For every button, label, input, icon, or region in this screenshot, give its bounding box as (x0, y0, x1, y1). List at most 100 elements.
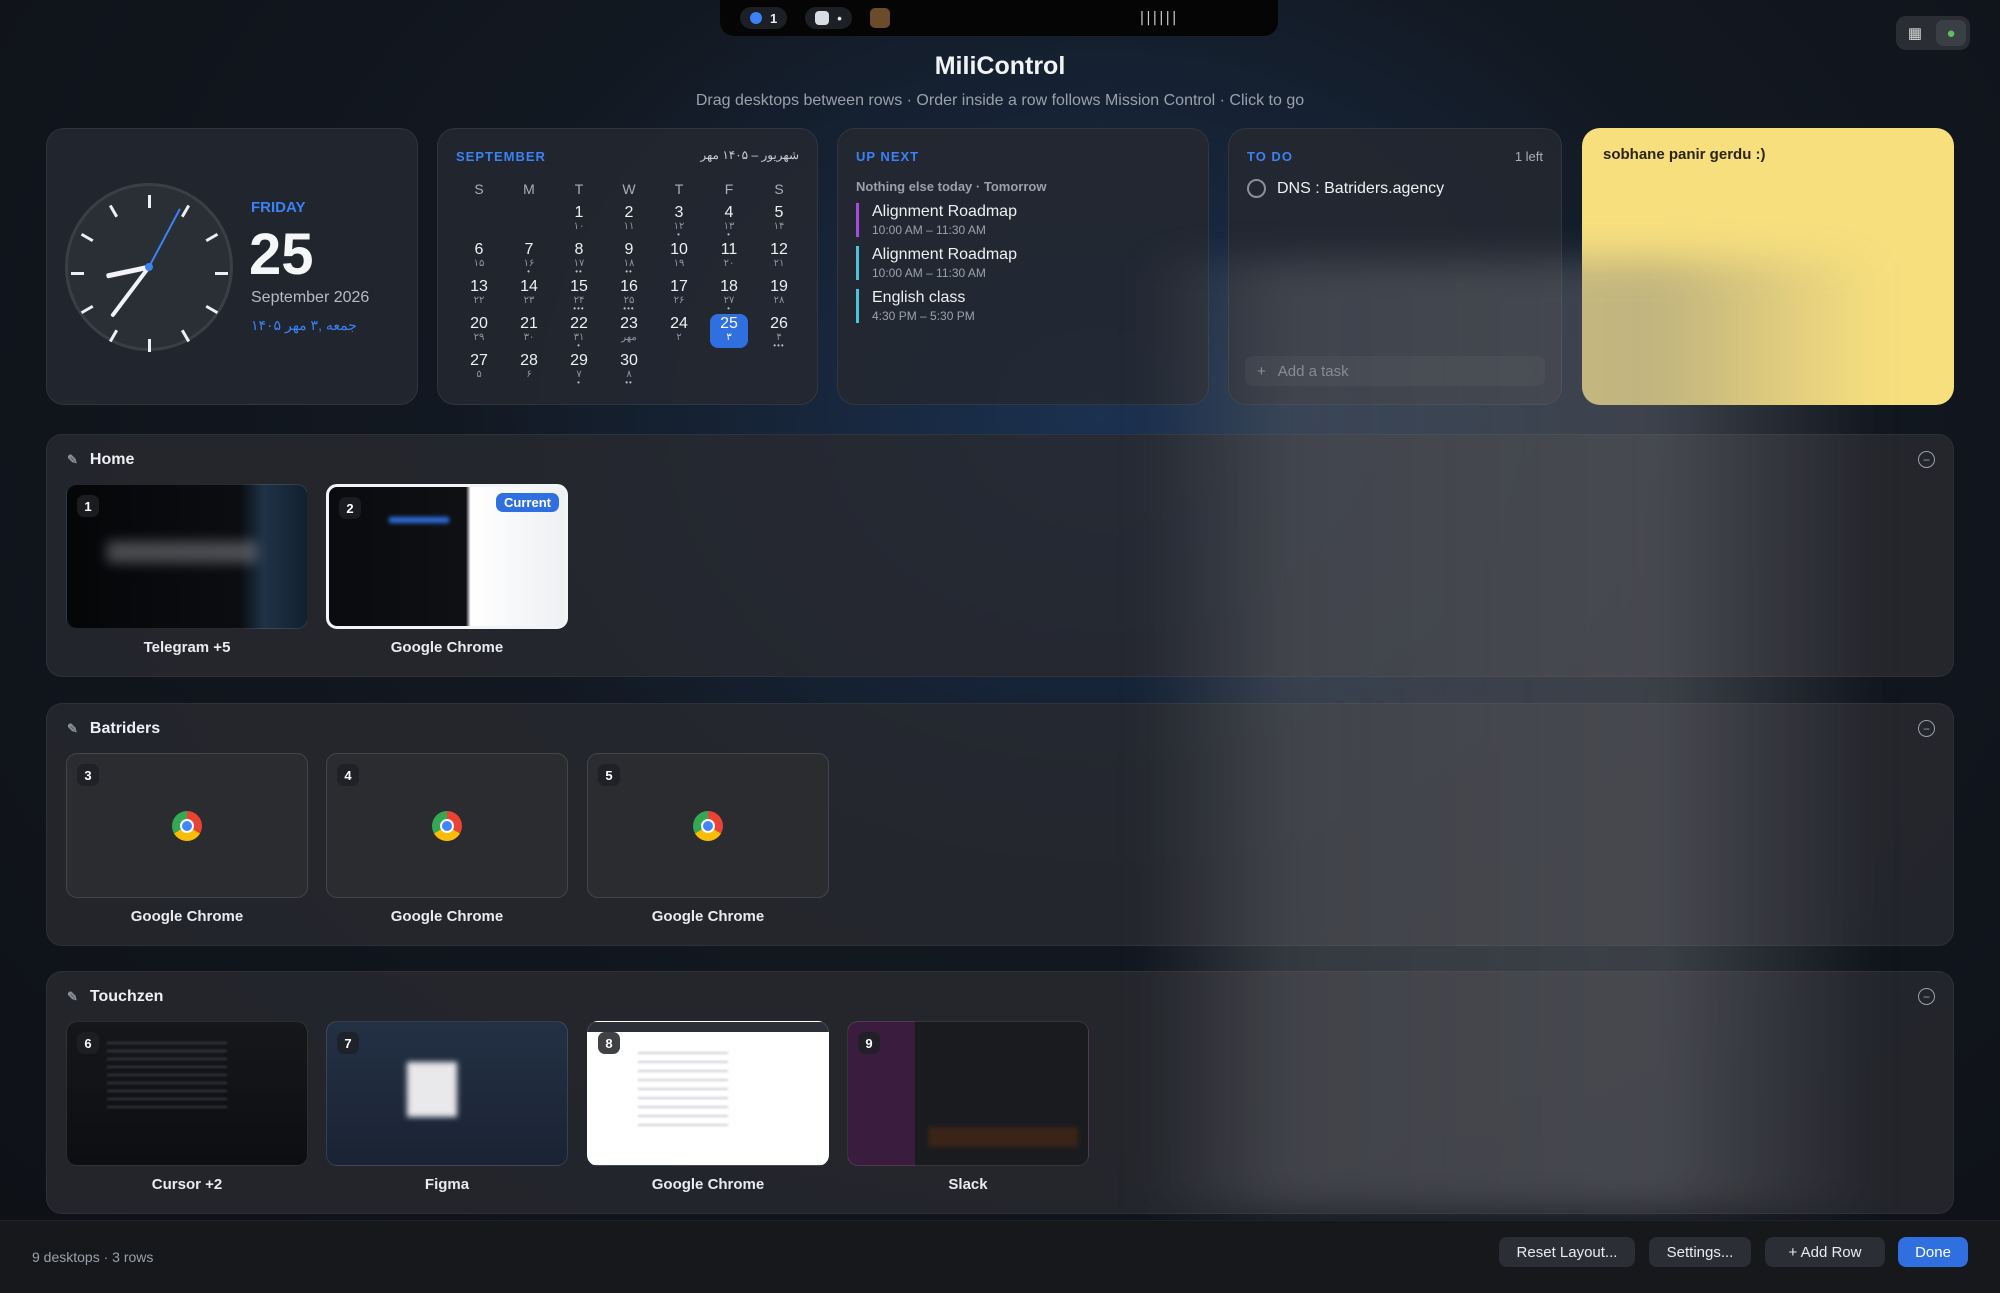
event-item[interactable]: Alignment Roadmap 10:00 AM – 11:30 AM (856, 246, 1202, 280)
event-item[interactable]: English class 4:30 PM – 5:30 PM (856, 289, 1202, 323)
clock-tick (80, 304, 94, 315)
day-number: 29 (570, 352, 588, 369)
desktop-row-touchzen[interactable]: ✎ Touchzen − 6 Cursor +2 7 Figma 8 Googl… (46, 971, 1954, 1214)
desktop-label: Google Chrome (130, 908, 244, 925)
blurred-window-content (638, 1052, 728, 1132)
desktop-indicator-pill[interactable]: 1 (740, 7, 788, 29)
sticky-note-widget[interactable]: sobhane panir gerdu :) (1582, 128, 1954, 405)
checkbox-circle-icon[interactable] (1247, 179, 1266, 198)
calendar-day[interactable]: 22 ۳۱ • (554, 314, 604, 351)
calendar-day[interactable]: 18 ۲۷ • (704, 277, 754, 314)
calendar-day-today[interactable]: 25۳• (704, 314, 754, 351)
calendar-day[interactable]: 26 ۴ ••• (754, 314, 804, 351)
desktop-thumbnail[interactable]: 1 (66, 484, 308, 629)
desktop-thumbnail[interactable]: 5 (587, 753, 829, 898)
calendar-day[interactable]: 15 ۲۴ ••• (554, 277, 604, 314)
calendar-day[interactable]: 28 ۶ (504, 351, 554, 388)
reset-layout-button[interactable]: Reset Layout... (1499, 1237, 1635, 1267)
calendar-day[interactable]: 6 ۱۵ (454, 240, 504, 277)
chrome-icon (432, 810, 462, 841)
calendar-day[interactable]: 21 ۳۰ (504, 314, 554, 351)
calendar-day[interactable]: 4 ۱۳ • (704, 203, 754, 240)
row-name[interactable]: Touchzen (90, 988, 163, 1006)
calendar-day[interactable]: 8 ۱۷ •• (554, 240, 604, 277)
calendar-day[interactable]: 10 ۱۹ (654, 240, 704, 277)
calendar-day[interactable]: 19 ۲۸ (754, 277, 804, 314)
persian-day: ۳ (726, 332, 732, 343)
app-indicator-pill[interactable]: • (805, 7, 852, 29)
clock-tick (214, 272, 228, 275)
desktop-number: 3 (77, 764, 99, 786)
user-avatar-icon[interactable] (869, 8, 890, 28)
desktop-number: 7 (337, 1032, 359, 1054)
desktop-thumbnail[interactable]: 4 (326, 753, 568, 898)
clock-tick (70, 272, 84, 275)
grid-view-icon[interactable]: ▦ (1900, 20, 1930, 46)
calendar-day[interactable]: 29 ۷ • (554, 351, 604, 388)
clock-tick (80, 232, 94, 243)
calendar-day[interactable]: 9 ۱۸ •• (604, 240, 654, 277)
clock-month-year: September 2026 (251, 289, 370, 306)
pencil-icon[interactable]: ✎ (67, 452, 78, 468)
event-time: 10:00 AM – 11:30 AM (872, 223, 986, 237)
desktop-row-batriders[interactable]: ✎ Batriders − 3 Google Chrome 4 Google C… (46, 703, 1954, 946)
day-number: 28 (520, 352, 538, 369)
current-badge: Current (496, 493, 559, 512)
desktop-number: 1 (77, 495, 99, 517)
desktop-thumbnail[interactable]: 7 (326, 1021, 568, 1166)
calendar-day[interactable]: 13 ۲۲ (454, 277, 504, 314)
desktop-thumbnail[interactable]: 3 (66, 753, 308, 898)
calendar-day[interactable]: 12 ۲۱ (754, 240, 804, 277)
add-task-button[interactable]: + Add a task (1245, 356, 1545, 386)
calendar-day[interactable]: 7 ۱۶ • (504, 240, 554, 277)
calendar-day[interactable]: 17 ۲۶ (654, 277, 704, 314)
up-next-heading: UP NEXT (856, 149, 920, 164)
desktop-number: 5 (598, 764, 620, 786)
event-time: 10:00 AM – 11:30 AM (872, 266, 986, 280)
clock-tick (108, 204, 118, 218)
row-name[interactable]: Home (90, 451, 134, 469)
calendar-day[interactable]: 2 ۱۱ (604, 203, 654, 240)
remove-row-icon[interactable]: − (1918, 720, 1935, 737)
calendar-day[interactable]: 11 ۲۰ (704, 240, 754, 277)
desktop-thumbnail-current[interactable]: 2 Current (326, 484, 568, 629)
calendar-day[interactable]: 3 ۱۲ • (654, 203, 704, 240)
todo-item[interactable]: DNS : Batriders.agency (1247, 179, 1444, 198)
calendar-day[interactable]: 20 ۲۹ (454, 314, 504, 351)
calendar-day[interactable]: 14 ۲۳ (504, 277, 554, 314)
calendar-day[interactable]: 5 ۱۴ (754, 203, 804, 240)
event-dots: • (527, 267, 531, 276)
day-number: 14 (520, 278, 538, 295)
add-row-button[interactable]: + Add Row (1765, 1237, 1885, 1267)
calendar-day[interactable]: 27 ۵ (454, 351, 504, 388)
pencil-icon[interactable]: ✎ (67, 721, 78, 737)
calendar-day[interactable]: 16 ۲۵ ••• (604, 277, 654, 314)
desktop-thumbnail[interactable]: 8 (587, 1021, 829, 1166)
persian-day: ۱۵ (473, 258, 485, 269)
desktop-thumbnail[interactable]: 9 (847, 1021, 1089, 1166)
calendar-day[interactable]: 24 ۲ (654, 314, 704, 351)
day-number: 13 (470, 278, 488, 295)
desktop-thumbnail[interactable]: 6 (66, 1021, 308, 1166)
sticky-note-text[interactable]: sobhane panir gerdu :) (1603, 146, 1766, 163)
person-icon[interactable]: ● (1936, 20, 1966, 46)
row-title: ✎ Batriders (67, 720, 160, 738)
pencil-icon[interactable]: ✎ (67, 989, 78, 1005)
settings-button[interactable]: Settings... (1649, 1237, 1751, 1267)
event-item[interactable]: Alignment Roadmap 10:00 AM – 11:30 AM (856, 203, 1202, 237)
remove-row-icon[interactable]: − (1918, 988, 1935, 1005)
remove-row-icon[interactable]: − (1918, 451, 1935, 468)
event-dots: •• (625, 378, 633, 387)
calendar-day[interactable]: 23 مهر (604, 314, 654, 351)
clock-tick (180, 204, 190, 218)
calendar-day[interactable]: 30 ۸ •• (604, 351, 654, 388)
weekday-header: S (474, 181, 484, 197)
persian-day: ۲ (676, 332, 682, 343)
done-button[interactable]: Done (1898, 1237, 1968, 1267)
day-number: 15 (570, 278, 588, 295)
calendar-day[interactable]: 1 ۱۰ (554, 203, 604, 240)
row-name[interactable]: Batriders (90, 720, 160, 738)
weekday-header: W (622, 181, 636, 197)
desktop-row-home[interactable]: ✎ Home − 1 Telegram +5 2 Current Google … (46, 434, 1954, 677)
day-number: 1 (574, 204, 584, 221)
